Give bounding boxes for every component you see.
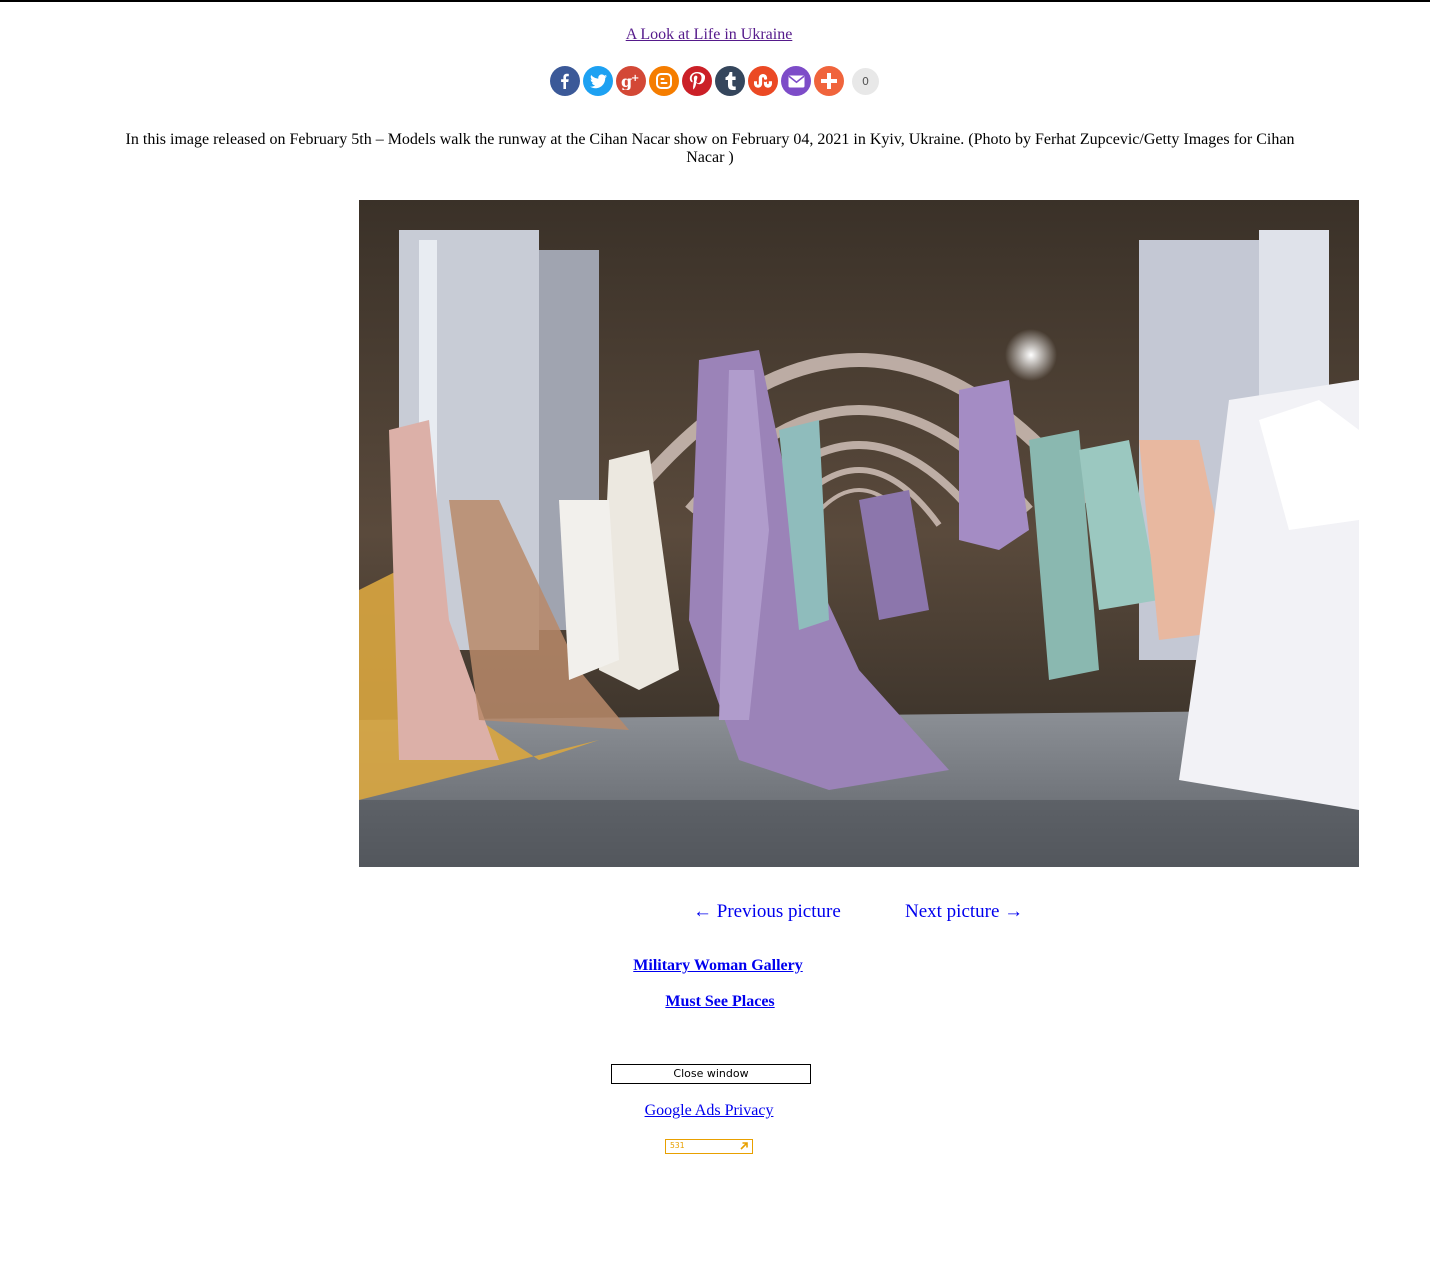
facebook-share-button[interactable] [550,66,580,96]
must-see-places-link[interactable]: Must See Places [665,993,774,1010]
email-share-button[interactable] [781,66,811,96]
ads-privacy-row: Google Ads Privacy [0,1102,1418,1120]
page-title: A Look at Life in Ukraine [0,26,1418,44]
hit-counter-value: 531 [670,1141,685,1150]
google-ads-privacy-link[interactable]: Google Ads Privacy [645,1102,774,1119]
google-plus-share-button[interactable]: g + [616,66,646,96]
twitter-share-button[interactable] [583,66,613,96]
title-link[interactable]: A Look at Life in Ukraine [626,26,793,43]
email-icon [788,75,804,87]
runway-photo-illustration [359,200,1359,867]
svg-text:+: + [631,73,639,84]
hit-counter-badge[interactable]: 531 [665,1139,753,1154]
google-plus-icon: g + [621,72,639,90]
pinterest-share-button[interactable] [682,66,712,96]
tumblr-icon [725,72,736,90]
close-window-button[interactable]: Close window [611,1064,811,1084]
military-woman-gallery-link[interactable]: Military Woman Gallery [633,957,802,974]
blogger-icon [656,73,672,89]
runway-photo [359,200,1359,867]
previous-picture-link[interactable]: ← Previous picture [693,901,841,923]
gallery-link-row-1: Military Woman Gallery [3,957,1430,975]
pinterest-icon [689,72,705,90]
image-caption: In this image released on February 5th –… [125,131,1295,166]
external-arrow-icon [740,1142,748,1150]
top-rule [0,0,1430,2]
share-bar: g + 0 [550,65,879,97]
more-share-button[interactable] [814,66,844,96]
stumbleupon-icon [754,74,772,88]
share-count: 0 [852,67,879,95]
stumbleupon-share-button[interactable] [748,66,778,96]
facebook-icon [561,73,569,89]
gallery-link-row-2: Must See Places [5,993,1430,1011]
next-picture-link[interactable]: Next picture → [905,901,1023,923]
tumblr-share-button[interactable] [715,66,745,96]
twitter-icon [589,73,607,88]
blogger-share-button[interactable] [649,66,679,96]
plus-icon [821,73,837,89]
